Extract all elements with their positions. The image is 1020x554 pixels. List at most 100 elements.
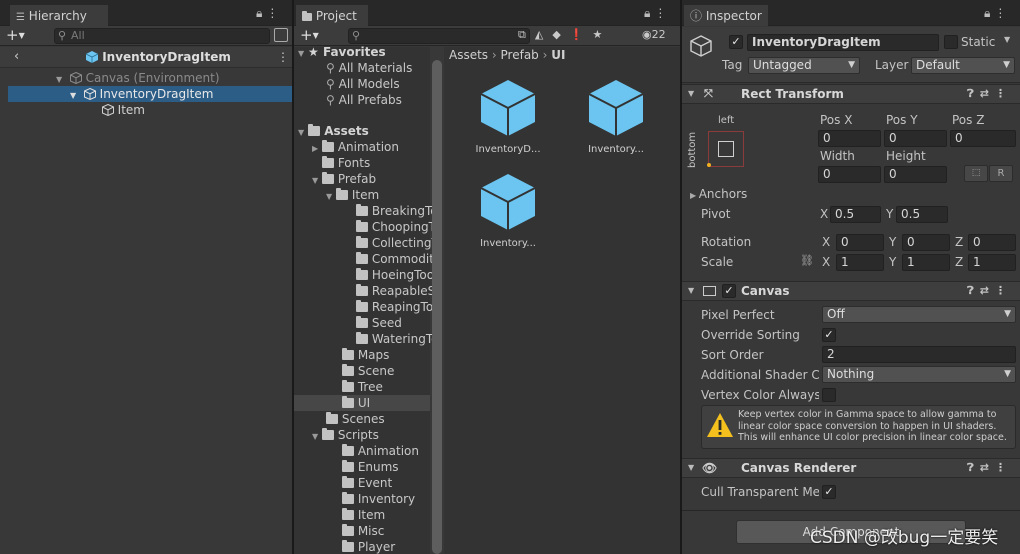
hierarchy-tab-menu[interactable]: 🔒︎⋮: [256, 6, 282, 21]
shader-channels-dropdown[interactable]: Nothing ▼: [822, 366, 1016, 383]
tab-hierarchy[interactable]: ☰ Hierarchy: [10, 5, 108, 26]
active-checkbox[interactable]: ✓: [729, 35, 743, 49]
canvas-enabled-checkbox[interactable]: ✓: [722, 284, 736, 298]
scale-z-field[interactable]: 1: [968, 254, 1016, 271]
vertex-color-checkbox[interactable]: [822, 388, 836, 402]
search-scene-icon[interactable]: [274, 28, 288, 42]
rotation-x-field[interactable]: 0: [836, 234, 884, 251]
project-search-input[interactable]: ⚲: [348, 28, 530, 44]
tree-item-collecting[interactable]: CollectingT: [356, 235, 439, 251]
kebab-menu-icon[interactable]: ⋮: [277, 50, 289, 64]
hierarchy-item-inventorydragitem[interactable]: ▼ InventoryDragItem: [8, 86, 292, 102]
static-dropdown-icon[interactable]: ▼: [1004, 35, 1010, 44]
search-by-type-icon[interactable]: ⧉: [518, 28, 535, 41]
help-icon[interactable]: ❓︎: [967, 284, 980, 297]
warning-filter-icon[interactable]: ❗: [570, 28, 593, 41]
filter-type-icon[interactable]: ◭: [535, 28, 552, 41]
tab-project[interactable]: Project: [296, 5, 368, 26]
back-chevron-icon[interactable]: ‹: [14, 49, 19, 64]
canvas-renderer-header[interactable]: ▼ 👁︎ Canvas Renderer ❓︎⇄⋮: [682, 458, 1020, 478]
expand-triangle-icon[interactable]: ▼: [312, 429, 322, 445]
tree-item-scenes[interactable]: Scenes: [326, 411, 385, 427]
tree-item-prefab[interactable]: ▼ Prefab: [312, 171, 376, 187]
grid-item[interactable]: Inventory...: [468, 173, 548, 249]
pos-x-field[interactable]: 0: [818, 130, 881, 147]
favorite-item-materials[interactable]: ⚲ All Materials: [326, 60, 412, 76]
layer-dropdown[interactable]: Default ▼: [911, 57, 1015, 74]
tree-item-prefab-item[interactable]: ▼ Item: [326, 187, 379, 203]
tree-item-event[interactable]: Event: [342, 475, 392, 491]
pixel-perfect-dropdown[interactable]: Off ▼: [822, 306, 1016, 323]
tree-item-watering[interactable]: WateringTo: [356, 331, 439, 347]
tree-item-scripts-item[interactable]: Item: [342, 507, 385, 523]
breadcrumb-ui[interactable]: UI: [551, 48, 565, 62]
tree-item-scene[interactable]: Scene: [342, 363, 394, 379]
object-name-field[interactable]: InventoryDragItem: [747, 34, 939, 51]
lock-icon[interactable]: 🔒︎: [256, 6, 266, 20]
tree-item-scripts[interactable]: ▼ Scripts: [312, 427, 379, 443]
lock-icon[interactable]: 🔒︎: [644, 6, 654, 20]
canvas-header[interactable]: ▼ ✓ Canvas ❓︎⇄⋮: [682, 281, 1020, 301]
component-header-icons[interactable]: ❓︎⇄⋮: [967, 85, 1012, 103]
sort-order-field[interactable]: 2: [822, 346, 1016, 363]
tree-item-player[interactable]: Player: [342, 539, 395, 554]
tree-item-misc[interactable]: Misc: [342, 523, 384, 539]
pivot-x-field[interactable]: 0.5: [830, 206, 881, 223]
breadcrumb-assets[interactable]: Assets: [449, 48, 488, 62]
anchors-foldout[interactable]: ▶ Anchors: [690, 186, 747, 204]
override-sorting-checkbox[interactable]: ✓: [822, 328, 836, 342]
tree-item-breaking[interactable]: BreakingTo: [356, 203, 438, 219]
hierarchy-item-canvas[interactable]: ▼ Canvas (Environment): [8, 70, 292, 86]
cull-transparent-checkbox[interactable]: ✓: [822, 485, 836, 499]
collapse-triangle-icon[interactable]: ▼: [688, 459, 694, 477]
component-header-icons[interactable]: ❓︎⇄⋮: [967, 282, 1012, 300]
grid-item[interactable]: Inventory...: [576, 79, 656, 155]
tree-item-commodity[interactable]: Commodity: [356, 251, 441, 267]
tree-item-maps[interactable]: Maps: [342, 347, 389, 363]
raw-edit-button[interactable]: R: [989, 165, 1013, 182]
tree-item-inventory[interactable]: Inventory: [342, 491, 415, 507]
tree-item-hoeing[interactable]: HoeingToo: [356, 267, 434, 283]
preset-icon[interactable]: ⇄: [980, 284, 995, 297]
tree-item-scripts-animation[interactable]: Animation: [342, 443, 419, 459]
expand-triangle-icon[interactable]: ▼: [298, 125, 308, 141]
tree-item-ui[interactable]: UI: [294, 395, 430, 411]
favorite-item-models[interactable]: ⚲ All Models: [326, 76, 400, 92]
assets-header[interactable]: ▼ Assets: [298, 123, 369, 139]
rotation-y-field[interactable]: 0: [902, 234, 950, 251]
rect-transform-header[interactable]: ▼ ⤧ Rect Transform ❓︎⇄⋮: [682, 84, 1020, 104]
kebab-menu-icon[interactable]: ⋮: [995, 87, 1012, 100]
grid-item[interactable]: InventoryD...: [468, 79, 548, 155]
kebab-menu-icon[interactable]: ⋮: [994, 6, 1010, 20]
add-button[interactable]: +▼: [6, 27, 25, 44]
tab-inspector[interactable]: ⓘ Inspector: [684, 5, 768, 26]
tree-item-seed[interactable]: Seed: [356, 315, 402, 331]
favorite-item-prefabs[interactable]: ⚲ All Prefabs: [326, 92, 402, 108]
preset-icon[interactable]: ⇄: [980, 87, 995, 100]
component-header-icons[interactable]: ❓︎⇄⋮: [967, 459, 1012, 477]
width-field[interactable]: 0: [818, 166, 881, 183]
expand-triangle-icon[interactable]: ▼: [298, 46, 308, 62]
visibility-count[interactable]: ◉22: [642, 28, 666, 41]
hierarchy-item-item[interactable]: Item: [8, 102, 292, 118]
constrain-proportions-link-icon[interactable]: ⛓: [800, 254, 814, 267]
rotation-z-field[interactable]: 0: [968, 234, 1016, 251]
favorites-header[interactable]: ▼ ★ Favorites: [298, 44, 386, 60]
tree-item-chooping[interactable]: ChoopingT: [356, 219, 436, 235]
pos-z-field[interactable]: 0: [950, 130, 1016, 147]
tree-item-fonts[interactable]: Fonts: [322, 155, 370, 171]
favorite-star-icon[interactable]: ★: [593, 28, 612, 41]
hierarchy-search-input[interactable]: ⚲ All: [54, 28, 270, 44]
scale-x-field[interactable]: 1: [836, 254, 884, 271]
anchor-preset-button[interactable]: [707, 131, 744, 167]
kebab-menu-icon[interactable]: ⋮: [995, 284, 1012, 297]
expand-triangle-icon[interactable]: ▼: [312, 173, 322, 189]
height-field[interactable]: 0: [884, 166, 947, 183]
tree-item-tree[interactable]: Tree: [342, 379, 383, 395]
tree-item-reapable[interactable]: ReapableS: [356, 283, 435, 299]
tree-item-reaping[interactable]: ReapingTo: [356, 299, 433, 315]
preset-icon[interactable]: ⇄: [980, 461, 995, 474]
kebab-menu-icon[interactable]: ⋮: [266, 6, 282, 20]
tree-item-enums[interactable]: Enums: [342, 459, 399, 475]
tree-item-animation[interactable]: ▶ Animation: [312, 139, 399, 155]
